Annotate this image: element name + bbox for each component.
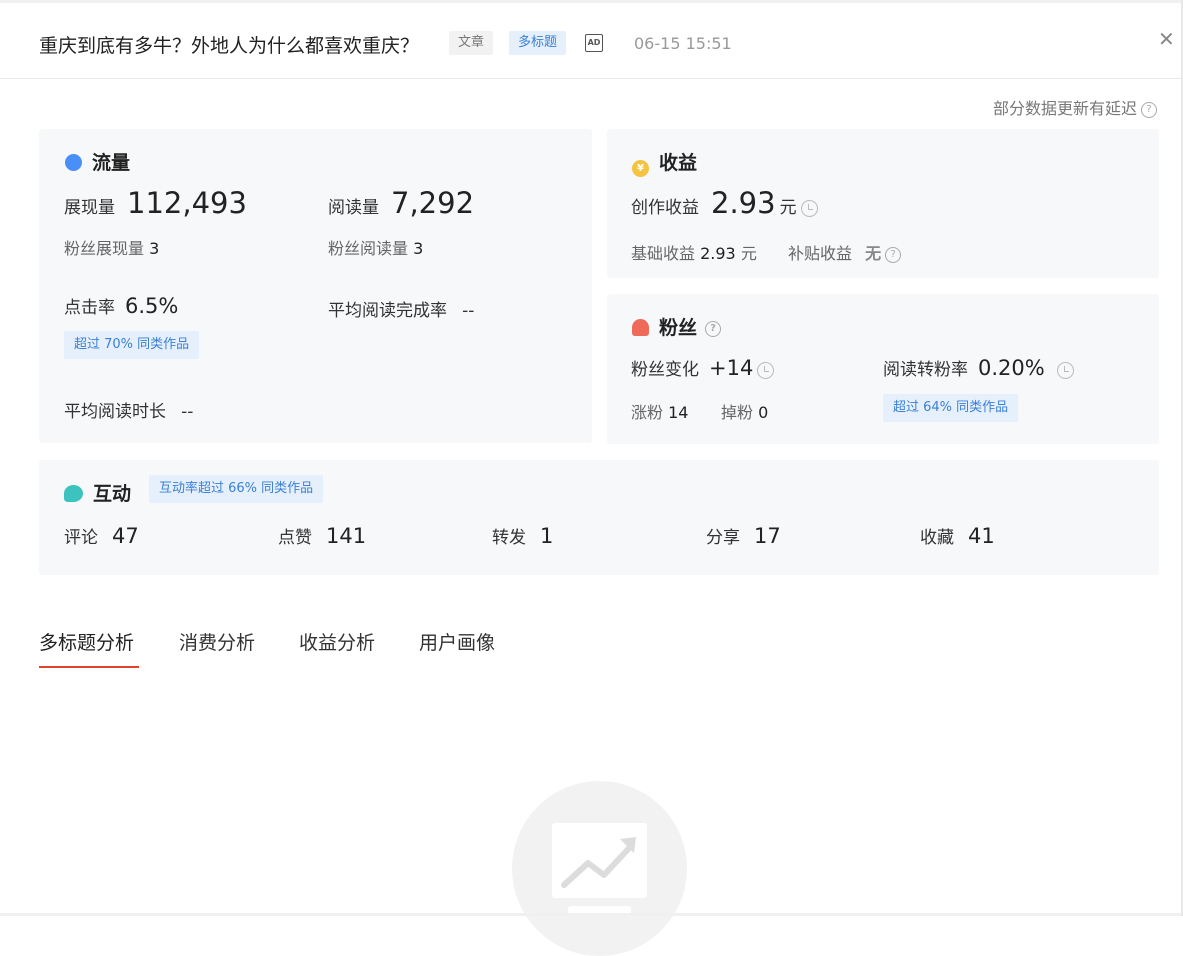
fans-gain-label: 涨粉 [631,403,664,422]
currency-unit: 元 [779,198,797,218]
creation-income: 创作收益 2.93 元 [631,186,818,220]
reads-metric: 阅读量 7,292 [328,186,474,220]
traffic-title-text: 流量 [92,152,131,174]
duration-label: 平均阅读时长 [64,402,166,422]
fans-loss-label: 掉粉 [721,403,754,422]
read-to-fan-rate: 阅读转粉率 0.20% [883,355,1074,380]
fan-impressions-value: 3 [149,239,160,258]
interaction-item: 点赞 141 [278,523,366,548]
reads-value: 7,292 [391,186,475,220]
duration-value: -- [181,402,194,422]
interaction-item: 转发 1 [492,523,553,548]
fans-title-text: 粉丝 [659,317,698,339]
completion-metric: 平均阅读完成率 -- [328,296,474,321]
delay-note-text: 部分数据更新有延迟 [992,99,1137,118]
interaction-title-text: 互动 [93,483,132,505]
completion-value: -- [462,301,475,321]
close-icon[interactable]: ✕ [1158,27,1175,51]
fans-card: 粉丝? 粉丝变化 +14 涨粉 14 掉粉 0 阅读转粉率 0.20% 超过 64%… [607,294,1159,444]
creation-income-value: 2.93 [711,186,776,220]
ctr-value: 6.5% [125,294,179,318]
base-income-unit: 元 [740,244,757,263]
ctr-label: 点击率 [64,298,115,318]
interaction-card: 互动 互动率超过 66% 同类作品 评论 47 点赞 141 转发 1 分享 17 收藏… [39,460,1159,575]
favorites-label: 收藏 [920,528,954,548]
comments-value: 47 [112,524,139,548]
impressions-value: 112,493 [127,186,247,220]
chat-bubble-icon [64,485,83,502]
tab-consumption-analysis[interactable]: 消费分析 [179,628,255,655]
reposts-value: 1 [540,524,554,548]
fan-reads-label: 粉丝阅读量 [328,239,409,258]
clock-icon[interactable] [757,362,775,379]
read-to-fan-value: 0.20% [978,356,1045,380]
fans-change-label: 粉丝变化 [631,360,699,380]
fans-gain: 涨粉 14 [631,399,688,423]
help-icon[interactable]: ? [885,246,902,263]
tab-user-profile[interactable]: 用户画像 [419,628,495,655]
traffic-card: 流量 展现量 112,493 阅读量 7,292 粉丝展现量 3 粉丝阅读量 3 点… [39,129,592,443]
fan-impressions-label: 粉丝展现量 [64,239,145,258]
base-income-value: 2.93 [700,244,736,263]
income-card: ¥ 收益 创作收益 2.93 元 基础收益 2.93 元 补贴收益 无? [607,129,1159,278]
type-tag: 文章 [449,31,494,55]
person-icon [632,319,649,336]
multi-title-tag: 多标题 [509,31,567,55]
fans-title: 粉丝? [632,313,722,340]
interaction-badge: 互动率超过 66% 同类作品 [149,475,324,503]
traffic-drop-icon [65,154,82,171]
fan-reads-value: 3 [413,239,424,258]
interaction-item: 收藏 41 [920,523,995,548]
fan-impressions: 粉丝展现量 3 [64,235,159,259]
header: 重庆到底有多牛？外地人为什么都喜欢重庆？ 文章 多标题 AD 06-15 15:… [0,3,1183,79]
reads-label: 阅读量 [328,198,379,218]
impressions-metric: 展现量 112,493 [64,186,247,220]
active-tab-indicator [39,666,139,668]
interaction-title: 互动 [64,479,131,506]
shares-label: 分享 [706,528,740,548]
base-income: 基础收益 2.93 元 [631,240,757,264]
subsidy-income-value: 无 [865,244,882,263]
income-title: ¥ 收益 [632,148,697,177]
duration-metric: 平均阅读时长 -- [64,397,193,422]
clock-icon[interactable] [1056,362,1074,379]
delay-note: 部分数据更新有延迟? [993,95,1157,119]
subsidy-income: 补贴收益 无? [788,240,902,264]
tab-multi-title-analysis[interactable]: 多标题分析 [39,628,134,655]
fans-loss-value: 0 [758,403,769,422]
favorites-value: 41 [968,524,995,548]
read-to-fan-label: 阅读转粉率 [883,360,968,380]
article-title: 重庆到底有多牛？外地人为什么都喜欢重庆？ [39,35,420,57]
traffic-title: 流量 [65,148,130,175]
completion-label: 平均阅读完成率 [328,301,447,321]
creation-income-label: 创作收益 [631,198,699,218]
comments-label: 评论 [64,528,98,548]
read-to-fan-badge: 超过 64% 同类作品 [883,394,1019,422]
ctr-metric: 点击率 6.5% [64,293,178,318]
coin-icon: ¥ [632,160,649,177]
likes-value: 141 [326,524,367,548]
tab-income-analysis[interactable]: 收益分析 [299,628,375,655]
fans-gain-value: 14 [668,403,689,422]
fan-reads: 粉丝阅读量 3 [328,235,423,259]
help-icon[interactable]: ? [1141,101,1157,118]
shares-value: 17 [754,524,781,548]
trend-chart-icon [552,823,647,898]
interaction-item: 分享 17 [706,523,781,548]
publish-time: 06-15 15:51 [634,34,732,53]
ctr-badge: 超过 70% 同类作品 [64,331,200,359]
income-title-text: 收益 [659,152,698,174]
interaction-item: 评论 47 [64,523,139,548]
likes-label: 点赞 [278,528,312,548]
reposts-label: 转发 [492,528,526,548]
fans-loss: 掉粉 0 [721,399,768,423]
impressions-label: 展现量 [64,198,115,218]
ad-icon: AD [585,34,603,52]
fans-change: 粉丝变化 +14 [631,355,775,380]
fans-change-value: +14 [709,356,754,380]
clock-icon[interactable] [800,200,818,217]
base-income-label: 基础收益 [631,244,696,263]
subsidy-income-label: 补贴收益 [788,244,853,263]
help-icon[interactable]: ? [705,320,722,337]
